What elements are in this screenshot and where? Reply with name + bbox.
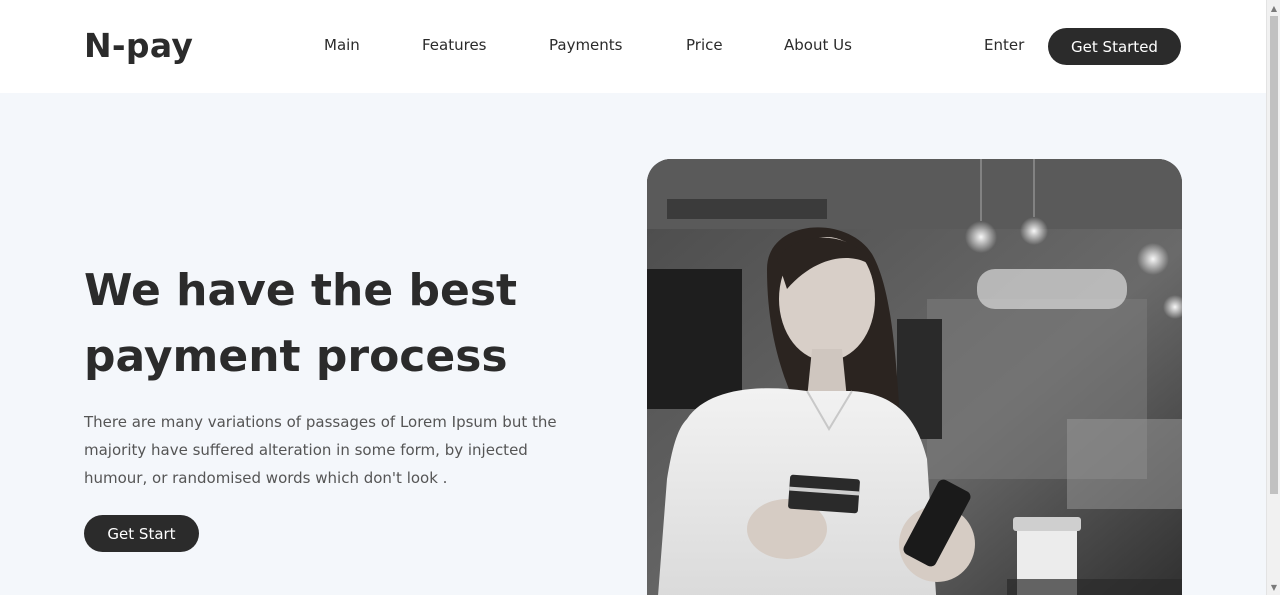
- hero-photo: [647, 159, 1182, 595]
- nav-link-main[interactable]: Main: [324, 36, 360, 54]
- site-header: N-pay Main Features Payments Price About…: [0, 0, 1266, 93]
- nav-link-price[interactable]: Price: [686, 36, 723, 54]
- page-scrollbar[interactable]: ▲ ▼: [1266, 0, 1280, 595]
- enter-link[interactable]: Enter: [984, 36, 1024, 54]
- hero-description: There are many variations of passages of…: [84, 413, 557, 487]
- get-start-button[interactable]: Get Start: [84, 515, 199, 552]
- nav-link-about-us[interactable]: About Us: [784, 36, 852, 54]
- hero-title: We have the best payment process: [84, 265, 518, 382]
- nav-link-payments[interactable]: Payments: [549, 36, 622, 54]
- scroll-thumb[interactable]: [1270, 16, 1278, 494]
- scroll-up-arrow-icon[interactable]: ▲: [1267, 0, 1280, 16]
- nav-link-features[interactable]: Features: [422, 36, 487, 54]
- get-started-button[interactable]: Get Started: [1048, 28, 1181, 65]
- scroll-down-arrow-icon[interactable]: ▼: [1267, 579, 1280, 595]
- woman-paying-with-card-image: [647, 159, 1182, 595]
- logo[interactable]: N-pay: [84, 26, 193, 65]
